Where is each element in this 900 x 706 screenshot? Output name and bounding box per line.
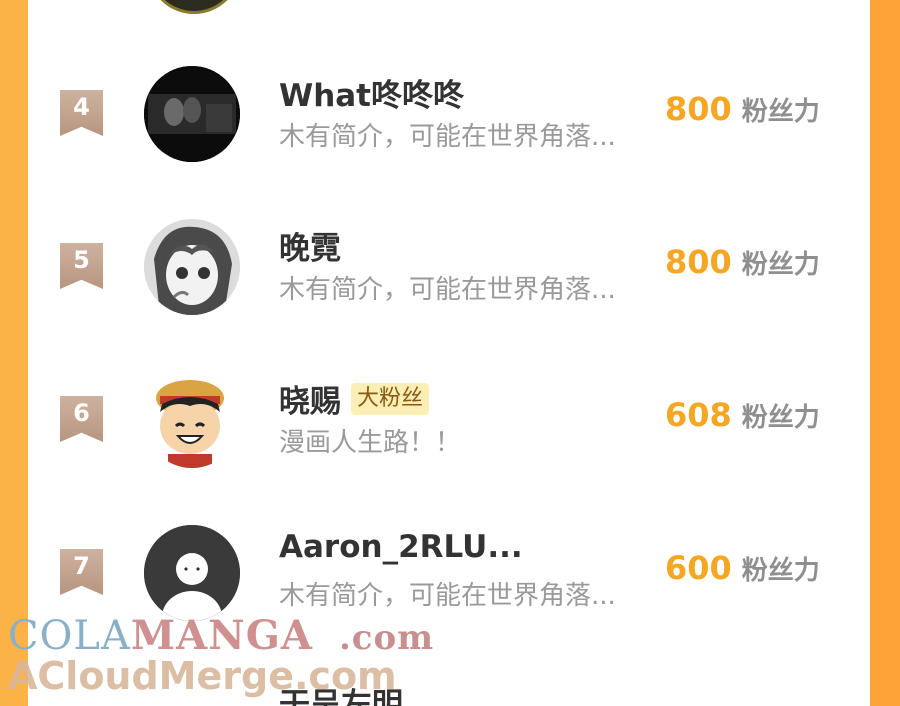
user-intro: 木有简介，可能在世界角落... [279, 581, 616, 611]
avatar[interactable] [144, 219, 240, 315]
avatar-rank-3[interactable] [147, 0, 241, 14]
score-unit: 粉丝力 [741, 403, 820, 433]
ranking-row[interactable]: 4 What咚咚咚 木有简介，可能在世界角落... 800 粉丝力 [28, 66, 870, 219]
score-value: 608 [665, 396, 732, 434]
rank-badge: 5 [60, 243, 103, 289]
default-avatar-icon[interactable] [144, 525, 240, 621]
fan-power: 800 粉丝力 [665, 90, 820, 128]
watermark-acloudmerge: ACloudMerge.com [8, 654, 397, 698]
avatar[interactable] [144, 66, 240, 162]
user-name[interactable]: Aaron_2RLU... [279, 529, 523, 565]
user-name[interactable]: 晚霓 [279, 223, 341, 268]
score-value: 600 [665, 549, 732, 587]
score-unit: 粉丝力 [741, 97, 820, 127]
user-name[interactable]: 晓赐 大粉丝 [279, 376, 430, 421]
score-unit: 粉丝力 [741, 250, 820, 280]
user-intro: 木有简介，可能在世界角落... [279, 122, 616, 152]
user-intro: 木有简介，可能在世界角落... [279, 275, 616, 305]
ranking-row[interactable]: 5 晚霓 木有简介，可能在世界角落... 800 粉丝力 [28, 219, 870, 372]
fan-power: 800 粉丝力 [665, 243, 820, 281]
score-unit: 粉丝力 [741, 556, 820, 586]
score-value: 800 [665, 243, 732, 281]
avatar[interactable] [144, 372, 240, 468]
user-name[interactable]: What咚咚咚 [279, 70, 464, 115]
big-fan-badge: 大粉丝 [351, 382, 430, 415]
fan-power: 608 粉丝力 [665, 396, 820, 434]
watermark-colamanga: COLAMANGA .com [8, 612, 435, 659]
rank-badge: 4 [60, 90, 103, 136]
ranking-row[interactable]: 6 晓赐 大粉丝 漫画人生路！！ 608 粉丝力 [28, 372, 870, 525]
rank-badge: 7 [60, 549, 103, 595]
rank-badge: 6 [60, 396, 103, 442]
fan-power: 600 粉丝力 [665, 549, 820, 587]
score-value: 800 [665, 90, 732, 128]
user-intro: 漫画人生路！！ [279, 428, 462, 458]
